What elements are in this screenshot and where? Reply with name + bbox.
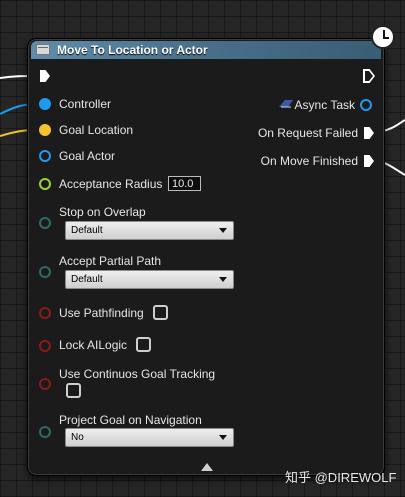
pin-label-controller: Controller (59, 97, 112, 111)
dropdown-arrow-icon (219, 228, 227, 233)
pin-controller[interactable] (39, 98, 51, 110)
collapse-advanced-arrow-icon[interactable] (201, 463, 213, 471)
pin-async-task[interactable] (360, 99, 372, 111)
pin-label-goal-location: Goal Location (59, 123, 134, 137)
pin-label-async-task: Async Task (294, 98, 355, 112)
project-goal-on-navigation-value: No (71, 432, 84, 443)
node-header[interactable]: Move To Location or Actor (31, 41, 381, 59)
pin-label-acceptance-radius: Acceptance Radius (59, 177, 163, 191)
pin-accept-partial-path[interactable] (39, 266, 51, 278)
dropdown-arrow-icon (219, 435, 227, 440)
pin-label-on-move-finished: On Move Finished (260, 154, 358, 168)
pin-acceptance-radius[interactable] (39, 178, 51, 190)
use-pathfinding-checkbox[interactable] (153, 305, 168, 320)
pin-label-use-pathfinding: Use Pathfinding (59, 306, 144, 320)
pin-stop-on-overlap[interactable] (39, 217, 51, 229)
pin-label-accept-partial-path: Accept Partial Path (59, 254, 162, 268)
project-goal-on-navigation-dropdown[interactable]: No (65, 428, 234, 447)
acceptance-radius-input[interactable]: 10.0 (168, 176, 201, 191)
pin-lock-ailogic[interactable] (39, 340, 51, 352)
pin-label-stop-on-overlap: Stop on Overlap (59, 205, 146, 219)
pin-label-use-continuos-goal-tracking: Use Continuos Goal Tracking (59, 367, 216, 381)
pin-use-pathfinding[interactable] (39, 307, 51, 319)
pin-label-project-goal-on-navigation: Project Goal on Navigation (59, 413, 202, 427)
pin-label-lock-ailogic: Lock AILogic (59, 338, 128, 352)
watermark: 知乎 @DIREWOLF (285, 470, 397, 485)
stop-on-overlap-dropdown[interactable]: Default (65, 221, 234, 240)
pin-goal-location[interactable] (39, 124, 51, 136)
pin-project-goal-on-navigation[interactable] (39, 426, 51, 438)
pin-label-on-request-failed: On Request Failed (257, 126, 358, 140)
latent-clock-icon (371, 25, 395, 49)
use-continuos-goal-tracking-checkbox[interactable] (66, 383, 81, 398)
function-icon (36, 44, 50, 55)
dropdown-arrow-icon (219, 277, 227, 282)
pin-goal-actor[interactable] (39, 150, 51, 162)
lock-ailogic-checkbox[interactable] (136, 337, 151, 352)
pin-use-continuos-goal-tracking[interactable] (39, 378, 51, 390)
accept-partial-path-dropdown[interactable]: Default (65, 270, 234, 289)
accept-partial-path-value: Default (71, 274, 103, 285)
pin-label-goal-actor: Goal Actor (59, 149, 116, 163)
stop-on-overlap-value: Default (71, 225, 103, 236)
node-title: Move To Location or Actor (57, 43, 208, 57)
